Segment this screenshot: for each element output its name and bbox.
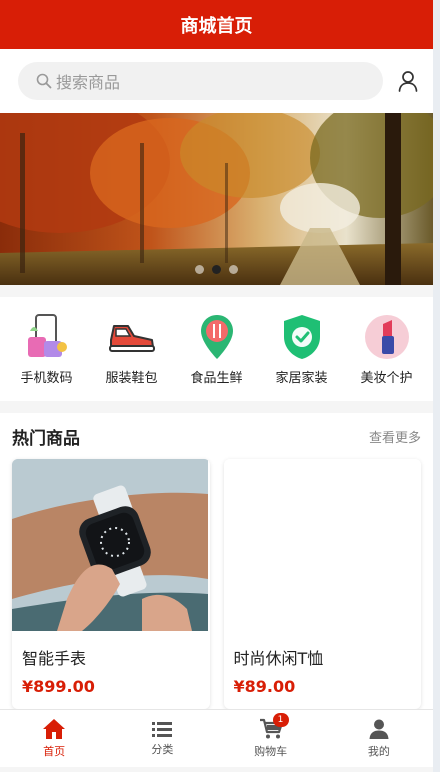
sneaker-icon <box>108 325 155 352</box>
search-icon <box>36 73 52 89</box>
carousel-indicators <box>0 265 433 274</box>
category-clothing-shoes[interactable]: 服装鞋包 <box>92 312 172 386</box>
user-icon <box>398 71 418 92</box>
tab-label: 首页 <box>43 745 66 758</box>
tab-label: 购物车 <box>254 745 288 758</box>
category-food-fresh[interactable]: 食品生鲜 <box>177 312 257 386</box>
section-title: 热门商品 <box>12 428 80 449</box>
list-icon <box>152 722 173 737</box>
category-home-decor[interactable]: 家居家装 <box>262 312 342 386</box>
category-phone-digital[interactable]: 手机数码 <box>7 312 87 386</box>
product-grid: 智能手表 ¥899.00 时尚休闲T恤 ¥89.00 <box>0 449 433 709</box>
category-label: 美妆个护 <box>360 371 413 386</box>
food-pin-icon <box>200 315 233 359</box>
hot-products-section: 热门商品 查看更多 智能手表 ¥899.00 时尚休闲T恤 ¥89.00 <box>0 413 433 713</box>
tab-category[interactable]: 分类 <box>108 710 216 767</box>
search-input[interactable]: 搜索商品 <box>18 62 383 100</box>
product-name: 智能手表 <box>22 649 87 668</box>
home-icon <box>43 719 66 739</box>
product-price: ¥899.00 <box>22 677 95 696</box>
view-more-link[interactable]: 查看更多 <box>369 427 421 446</box>
category-label: 食品生鲜 <box>190 371 243 386</box>
product-price: ¥89.00 <box>233 677 296 696</box>
smartwatch-photo <box>12 459 208 631</box>
carousel-dot-active[interactable] <box>212 265 221 274</box>
category-label: 家居家装 <box>275 371 328 386</box>
bottom-tab-bar: 首页 分类 1 购物车 我的 <box>0 709 433 767</box>
category-label: 服装鞋包 <box>105 371 158 386</box>
carousel-dot[interactable] <box>229 265 238 274</box>
search-bar: 搜索商品 <box>0 49 433 113</box>
category-beauty-care[interactable]: 美妆个护 <box>347 312 427 386</box>
user-button[interactable] <box>383 70 419 92</box>
autumn-forest-image <box>0 113 433 285</box>
tab-profile[interactable]: 我的 <box>325 710 433 767</box>
tab-cart[interactable]: 1 购物车 <box>217 710 325 767</box>
banner-carousel[interactable] <box>0 113 433 285</box>
category-row: 手机数码 服装鞋包 食品生鲜 家居家装 美妆个护 <box>0 297 433 401</box>
cart-badge: 1 <box>272 713 289 727</box>
product-name: 时尚休闲T恤 <box>233 649 324 668</box>
tab-home[interactable]: 首页 <box>0 710 108 767</box>
section-header: 热门商品 查看更多 <box>0 413 433 449</box>
shield-check-icon <box>283 315 320 359</box>
product-image <box>12 459 210 631</box>
product-card[interactable]: 智能手表 ¥899.00 <box>12 459 210 709</box>
lipstick-icon <box>364 315 409 359</box>
carousel-dot[interactable] <box>195 265 204 274</box>
product-card[interactable]: 时尚休闲T恤 ¥89.00 <box>223 459 421 709</box>
page-title: 商城首页 <box>180 15 253 37</box>
search-placeholder: 搜索商品 <box>56 73 121 92</box>
tab-label: 分类 <box>151 743 174 756</box>
product-image <box>223 459 421 631</box>
tab-label: 我的 <box>367 745 390 758</box>
category-label: 手机数码 <box>20 371 73 386</box>
profile-icon <box>369 719 389 739</box>
phone-digital-icon <box>27 314 67 357</box>
top-header: 商城首页 <box>0 0 433 49</box>
mall-app: 商城首页 搜索商品 手机数码 服装鞋包 食品生鲜 家居家装 美妆个护 热门商品 … <box>0 0 433 772</box>
